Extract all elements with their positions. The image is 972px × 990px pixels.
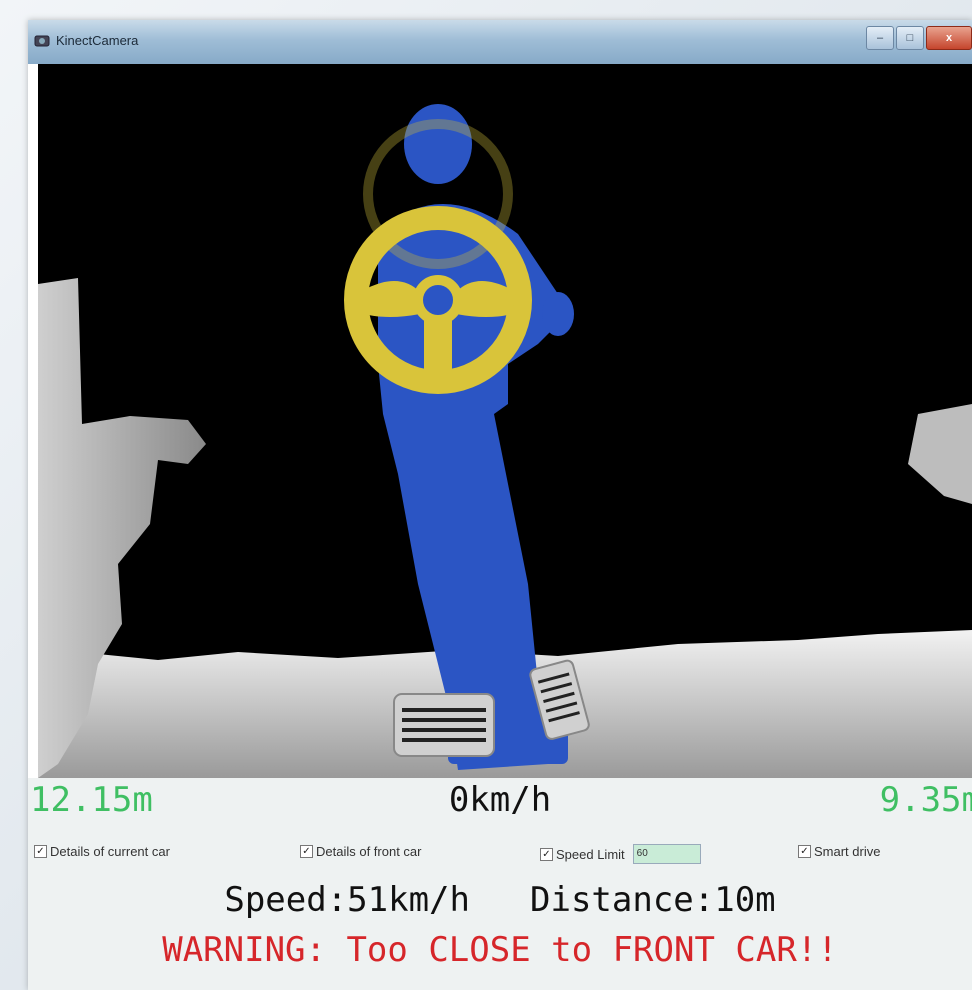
speed-limit-input[interactable]: 60 [632, 844, 701, 864]
brake-pedal-icon [393, 693, 495, 757]
details-front-car-checkbox[interactable]: ✓ Details of front car [300, 844, 422, 859]
minimize-button[interactable]: – [866, 26, 894, 50]
checkbox-checked-icon: ✓ [300, 845, 313, 858]
checkbox-checked-icon: ✓ [34, 845, 47, 858]
details-current-car-checkbox[interactable]: ✓ Details of current car [34, 844, 170, 859]
checkbox-checked-icon: ✓ [798, 845, 811, 858]
close-button[interactable]: x [926, 26, 972, 50]
depth-camera-view [38, 64, 972, 778]
kinect-camera-window: KinectCamera – □ x 12.15m 0km/h 9.35m ✓ … [28, 20, 972, 990]
driving-info-panel: 12.15m 0km/h 9.35m ✓ Details of current … [28, 778, 972, 990]
front-car-speed: Speed:51km/h [224, 880, 470, 920]
front-car-distance: Distance:10m [530, 880, 776, 920]
depth-image [38, 104, 972, 778]
window-title: KinectCamera [56, 33, 139, 48]
maximize-button[interactable]: □ [896, 26, 924, 50]
right-object-depth [908, 404, 972, 504]
right-distance-readout: 9.35m [879, 780, 972, 820]
checkbox-checked-icon: ✓ [540, 847, 553, 861]
warning-message: WARNING: Too CLOSE to FRONT CAR!! [162, 930, 838, 970]
front-car-readout: Speed:51km/h Distance:10m [28, 880, 972, 920]
current-speed-readout: 0km/h [448, 780, 552, 820]
app-icon [34, 35, 50, 47]
options-row: ✓ Details of current car ✓ Details of fr… [28, 844, 972, 868]
window-titlebar[interactable]: KinectCamera – □ x [28, 20, 972, 64]
smart-drive-checkbox[interactable]: ✓ Smart drive [798, 844, 880, 859]
speed-limit-checkbox[interactable]: ✓ Speed Limit 60 [540, 844, 701, 864]
